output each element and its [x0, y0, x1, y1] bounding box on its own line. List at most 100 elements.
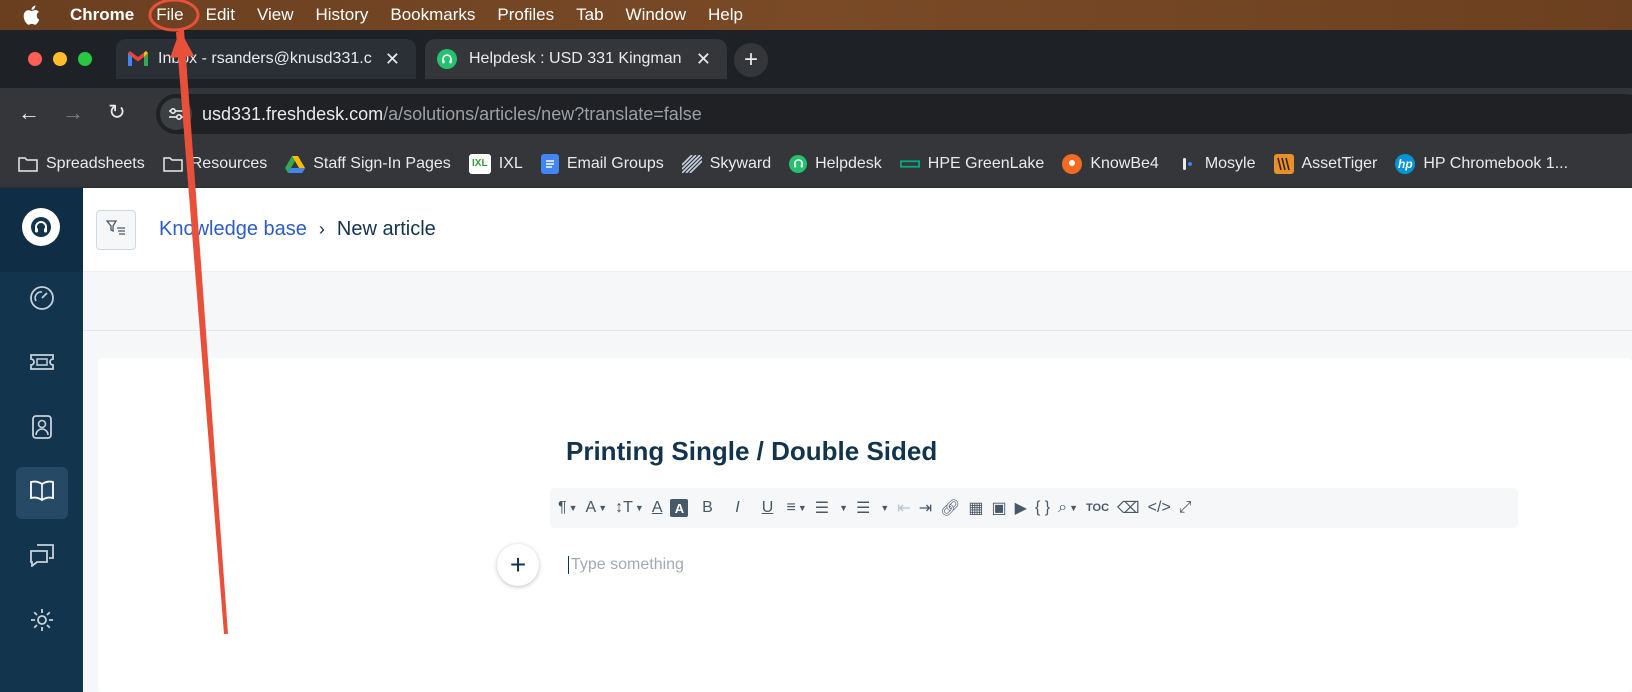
- menu-view[interactable]: View: [257, 5, 294, 25]
- browser-tab-inbox[interactable]: Inbox - rsanders@knusd331.c ✕: [116, 39, 416, 79]
- bookmark-label: Helpdesk: [815, 154, 882, 172]
- url-text: usd331.freshdesk.com/a/solutions/article…: [202, 104, 702, 125]
- article-editor: Printing Single / Double Sided ¶ ▼ A ▼ ↕T ▼…: [98, 358, 1632, 692]
- menu-history[interactable]: History: [315, 5, 368, 25]
- bookmark-label: Spreadsheets: [46, 154, 145, 172]
- bookmark-helpdesk[interactable]: Helpdesk: [789, 154, 882, 173]
- zoom-window-button[interactable]: [78, 52, 92, 66]
- bookmark-label: AssetTiger: [1301, 154, 1378, 172]
- bookmark-label: Mosyle: [1204, 154, 1256, 172]
- bookmark-ixl[interactable]: IXL IXL: [468, 153, 523, 174]
- code-block-icon[interactable]: { }: [1035, 494, 1050, 522]
- gear-icon: [29, 607, 55, 638]
- clear-formatting-icon[interactable]: ⌫: [1117, 494, 1140, 522]
- discussion-icon: [29, 543, 55, 572]
- filter-icon: [105, 219, 126, 242]
- sidebar-item-contacts[interactable]: [16, 403, 68, 455]
- tab-title: Inbox - rsanders@knusd331.c: [158, 50, 372, 67]
- apple-icon[interactable]: [22, 5, 52, 25]
- menu-profiles[interactable]: Profiles: [497, 5, 554, 25]
- font-family-icon[interactable]: A ▼: [586, 494, 608, 522]
- menu-edit[interactable]: Edit: [206, 5, 235, 25]
- ticket-icon: [29, 352, 55, 377]
- menu-tab[interactable]: Tab: [576, 5, 603, 25]
- freshdesk-logo-icon[interactable]: [22, 208, 60, 246]
- link-icon[interactable]: 🔗︎: [940, 494, 960, 522]
- sidebar-item-discussions[interactable]: [16, 531, 68, 583]
- menu-bookmarks[interactable]: Bookmarks: [390, 5, 475, 25]
- paragraph-format-icon[interactable]: ¶ ▼: [558, 494, 578, 522]
- address-bar[interactable]: usd331.freshdesk.com/a/solutions/article…: [156, 94, 1632, 134]
- article-title-input[interactable]: Printing Single / Double Sided: [566, 436, 937, 467]
- url-path: /a/solutions/articles/new?translate=fals…: [383, 104, 702, 124]
- close-tab-icon[interactable]: ✕: [385, 49, 400, 70]
- tab-title: Helpdesk : USD 331 Kingman: [469, 50, 682, 67]
- google-docs-icon: [540, 153, 559, 174]
- url-host: usd331.freshdesk.com: [202, 104, 384, 124]
- new-tab-button[interactable]: +: [734, 43, 768, 77]
- bookmark-hp-chromebook[interactable]: hp HP Chromebook 1...: [1395, 153, 1568, 174]
- sidebar-item-tickets[interactable]: [16, 338, 68, 390]
- bookmark-mosyle[interactable]: Mosyle: [1177, 154, 1256, 174]
- italic-icon[interactable]: I: [726, 494, 748, 522]
- browser-toolbar: ← → ↻ usd331.freshdesk.com/a/solutions/a…: [0, 88, 1632, 140]
- site-info-icon[interactable]: [160, 98, 192, 130]
- code-view-icon[interactable]: </>: [1148, 494, 1171, 522]
- menu-help[interactable]: Help: [708, 5, 743, 25]
- table-icon[interactable]: ▦: [968, 494, 983, 522]
- ordered-list-icon[interactable]: ☰: [815, 494, 829, 522]
- editor-toolbar: ¶ ▼ A ▼ ↕T ▼ A A B I U ≡ ▼ ☰ ▼ ☰ ▼ ⇤ ⇥ 🔗︎ ▦ …: [550, 488, 1518, 528]
- indent-icon[interactable]: ⇥: [919, 494, 932, 522]
- bookmark-email-groups[interactable]: Email Groups: [540, 153, 664, 174]
- sidebar-item-knowledge-base[interactable]: [16, 467, 68, 519]
- reload-icon[interactable]: ↻: [108, 100, 126, 125]
- back-icon[interactable]: ←: [18, 100, 40, 126]
- font-size-icon[interactable]: ↕T ▼: [615, 494, 644, 522]
- menu-file[interactable]: File: [156, 5, 183, 25]
- close-tab-icon[interactable]: ✕: [696, 49, 711, 70]
- menu-app-name[interactable]: Chrome: [70, 5, 134, 25]
- text-color-icon[interactable]: A: [652, 494, 663, 522]
- bookmark-resources[interactable]: Resources: [162, 154, 267, 174]
- page-header: Knowledge base › New article: [83, 188, 1632, 272]
- bookmark-skyward[interactable]: Skyward: [681, 154, 771, 174]
- unordered-list-dropdown-icon[interactable]: ▼: [878, 494, 889, 522]
- freshdesk-icon: [789, 154, 808, 173]
- outdent-icon[interactable]: ⇤: [897, 494, 910, 522]
- align-icon[interactable]: ≡ ▼: [786, 494, 806, 522]
- minimize-window-button[interactable]: [53, 52, 67, 66]
- book-icon: [28, 479, 56, 508]
- hpe-icon: [899, 154, 920, 174]
- bookmark-knowbe4[interactable]: KnowBe4: [1062, 153, 1159, 174]
- toggle-filter-button[interactable]: [96, 210, 136, 250]
- ordered-list-dropdown-icon[interactable]: ▼: [837, 494, 848, 522]
- add-block-button[interactable]: +: [497, 544, 539, 586]
- breadcrumb-knowledge-base-link[interactable]: Knowledge base: [159, 218, 307, 241]
- video-icon[interactable]: ▶: [1015, 494, 1027, 522]
- bold-icon[interactable]: B: [696, 494, 718, 522]
- underline-icon[interactable]: U: [756, 494, 778, 522]
- action-bar: [83, 273, 1632, 331]
- toc-icon[interactable]: TOC: [1086, 494, 1109, 522]
- bookmark-hpe-greenlake[interactable]: HPE GreenLake: [899, 154, 1044, 174]
- sidebar-item-settings[interactable]: [16, 596, 68, 648]
- bookmark-staff-sign-in[interactable]: Staff Sign-In Pages: [285, 154, 451, 174]
- contacts-icon: [31, 414, 53, 445]
- breadcrumb: Knowledge base › New article: [159, 218, 436, 241]
- dashboard-icon: [29, 285, 55, 316]
- forward-icon[interactable]: →: [62, 100, 84, 126]
- menu-window[interactable]: Window: [626, 5, 686, 25]
- fullscreen-icon[interactable]: ⤢: [1179, 494, 1192, 522]
- breadcrumb-current: New article: [336, 218, 436, 240]
- bookmark-spreadsheets[interactable]: Spreadsheets: [18, 154, 145, 174]
- attachment-icon[interactable]: ⌕ ▼: [1058, 494, 1078, 522]
- bookmark-assettiger[interactable]: AssetTiger: [1273, 153, 1378, 174]
- article-body-input[interactable]: Type something: [568, 556, 684, 574]
- sidebar-item-dashboard[interactable]: [16, 274, 68, 326]
- close-window-button[interactable]: [28, 52, 42, 66]
- unordered-list-icon[interactable]: ☰: [856, 494, 870, 522]
- freshdesk-icon: [437, 49, 457, 69]
- background-color-icon[interactable]: A: [670, 499, 689, 517]
- image-icon[interactable]: ▣: [992, 494, 1007, 522]
- browser-tab-helpdesk[interactable]: Helpdesk : USD 331 Kingman ✕: [425, 39, 727, 79]
